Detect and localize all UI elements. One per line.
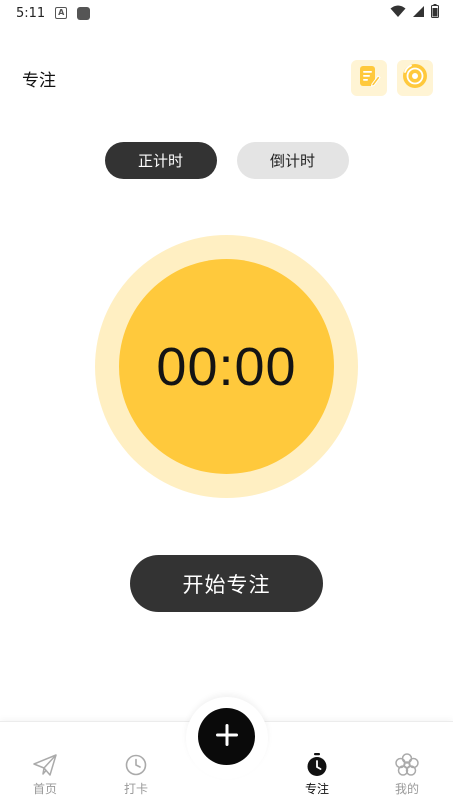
nav-label-focus: 专注 — [304, 782, 329, 796]
stopwatch-icon — [304, 752, 330, 778]
nav-label-checkin: 打卡 — [123, 782, 148, 796]
nav-item-mine[interactable]: 我的 — [372, 752, 442, 797]
paper-plane-icon — [32, 752, 58, 778]
timer-circle: 00:00 — [119, 259, 334, 474]
nav-label-home: 首页 — [32, 782, 57, 796]
nav-label-mine: 我的 — [394, 782, 419, 796]
header: 专注 — [0, 56, 453, 100]
timer-mode-toggle: 正计时 倒计时 — [0, 142, 453, 179]
status-right — [390, 4, 439, 22]
clock-icon — [123, 752, 149, 778]
notes-edit-icon — [356, 63, 382, 93]
music-button[interactable] — [397, 60, 433, 96]
plus-icon — [215, 723, 239, 751]
count-down-tab[interactable]: 倒计时 — [236, 142, 349, 179]
notes-button[interactable] — [351, 60, 387, 96]
nav-item-home[interactable]: 首页 — [10, 752, 80, 797]
nav-item-checkin[interactable]: 打卡 — [101, 752, 171, 797]
page-title: 专注 — [22, 70, 56, 91]
count-up-tab[interactable]: 正计时 — [104, 142, 217, 179]
timer-outer-ring: 00:00 — [95, 235, 358, 498]
add-button[interactable] — [198, 708, 255, 765]
status-bar: 5:11 A — [0, 0, 453, 26]
timer-display: 00:00 — [156, 336, 297, 397]
notification-app-icon — [77, 6, 91, 20]
header-actions — [351, 60, 433, 96]
flower-icon — [394, 752, 420, 778]
battery-icon — [431, 4, 439, 22]
wifi-icon — [390, 5, 406, 22]
status-left: 5:11 A — [16, 5, 91, 21]
start-focus-button[interactable]: 开始专注 — [130, 555, 323, 612]
vinyl-disc-icon — [401, 62, 429, 94]
signal-icon — [412, 5, 425, 22]
notification-a-icon: A — [55, 7, 68, 19]
nav-item-focus[interactable]: 专注 — [282, 752, 352, 797]
status-time: 5:11 — [16, 5, 46, 21]
